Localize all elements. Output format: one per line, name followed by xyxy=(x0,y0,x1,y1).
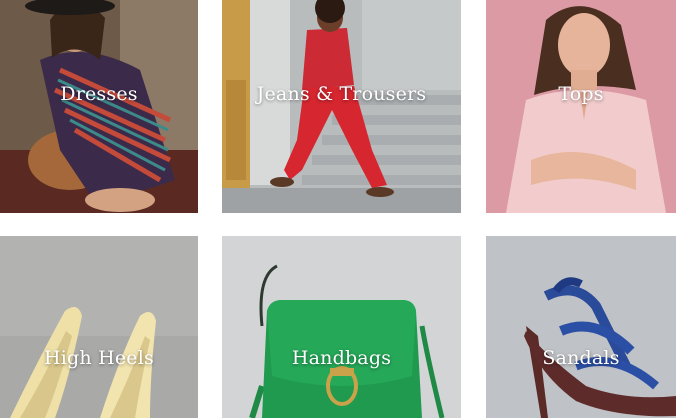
category-tile-tops[interactable]: Tops xyxy=(486,0,676,213)
category-label: Tops xyxy=(558,83,604,105)
category-tile-high-heels[interactable]: High Heels xyxy=(0,236,198,418)
category-tile-sandals[interactable]: Sandals xyxy=(486,236,676,418)
category-tile-jeans-trousers[interactable]: Jeans & Trousers xyxy=(222,0,461,213)
category-label: Jeans & Trousers xyxy=(256,83,427,105)
category-label: Sandals xyxy=(542,347,620,369)
category-label: High Heels xyxy=(44,347,154,369)
jeans-trousers-photo xyxy=(222,0,461,213)
dresses-photo xyxy=(0,0,198,213)
category-label: Dresses xyxy=(60,83,138,105)
category-tile-dresses[interactable]: Dresses xyxy=(0,0,198,213)
category-label: Handbags xyxy=(291,347,392,369)
sandals-photo xyxy=(486,236,676,418)
high-heels-photo xyxy=(0,236,198,418)
handbags-photo xyxy=(222,236,461,418)
category-tile-handbags[interactable]: Handbags xyxy=(222,236,461,418)
tops-photo xyxy=(486,0,676,213)
